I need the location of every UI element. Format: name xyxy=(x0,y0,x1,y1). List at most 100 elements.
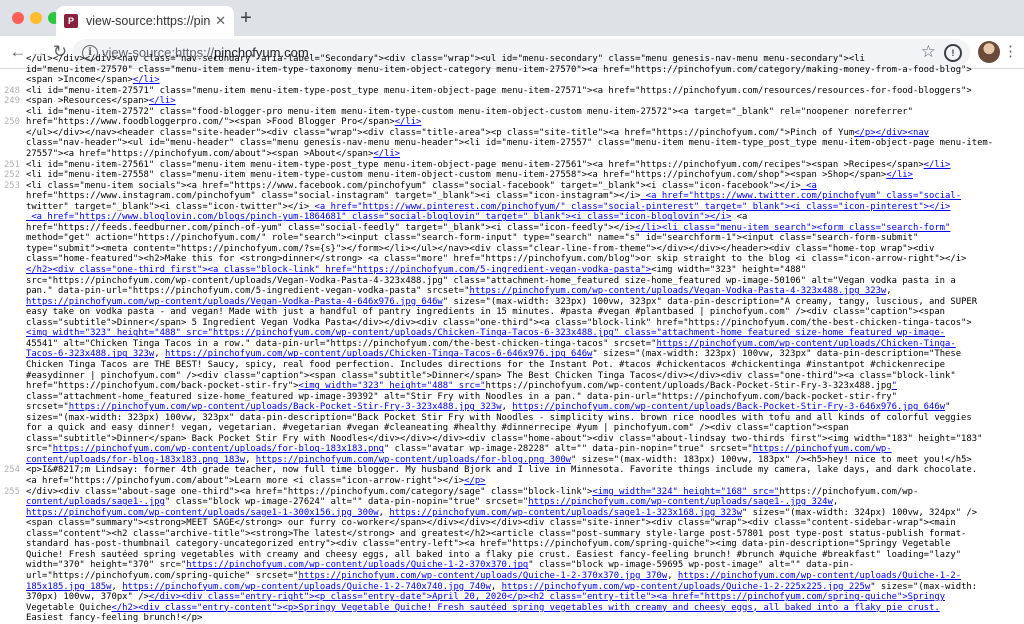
source-line: href="https://www.instagram.com/pinchofy… xyxy=(26,191,962,202)
source-line: <a href="https://pinchofyum.com/about">L… xyxy=(26,476,486,486)
source-link[interactable]: <img width="323" height="488" src=" xyxy=(299,381,486,391)
source-line: <span class="summary"><strong>MEET SAGE<… xyxy=(26,518,956,529)
source-line: class="nav-header"><ul id="menu-header" … xyxy=(26,138,994,149)
source-link[interactable]: https://pinchofyum.com/wp- xyxy=(753,444,892,454)
source-line: https://pinchofyum.com/wp-content/upload… xyxy=(26,507,978,518)
close-window-button[interactable] xyxy=(12,12,24,24)
source-line: </div><div class="about-sage one-third">… xyxy=(26,486,919,497)
source-link[interactable]: </p></div><nav xyxy=(854,128,929,138)
tab-title: view-source:https://pinchofyum xyxy=(86,14,211,28)
source-line: content/uploads/for-blog-183x183.png 183… xyxy=(26,454,972,465)
source-link[interactable]: </li> xyxy=(395,117,422,127)
source-line: </ul></div></div><nav class="nav-seconda… xyxy=(26,54,865,64)
line-number: 251 xyxy=(3,159,20,170)
source-line: <a href="https://www.bloglovin.com/blogs… xyxy=(26,212,748,223)
new-tab-button[interactable]: + xyxy=(234,7,258,30)
source-line: </ul></div></nav><header class="site-hea… xyxy=(26,127,930,138)
source-link[interactable]: content/uploads/sage1-.jpg xyxy=(26,497,165,507)
source-link[interactable]: " xyxy=(892,381,897,391)
source-link[interactable]: </li> xyxy=(373,149,400,159)
source-line: <li id="menu-item-27572" class="food-blo… xyxy=(26,106,913,117)
source-line: href="https://pinchofyum.com/back-pocket… xyxy=(26,381,897,392)
source-line: #easydinner | pinchofyum.com" /><div cla… xyxy=(26,370,956,381)
source-link[interactable]: https://pinchofyum.com/wp-content/upload… xyxy=(470,286,887,296)
source-link[interactable]: https://pinchofyum.com/wp-content/upload… xyxy=(528,497,833,507)
source-line: </h2><div class="one-third first"><a cla… xyxy=(26,265,807,275)
source-link[interactable]: https://pinchofyum.com/wp-content/upload… xyxy=(678,571,961,581)
source-line: src="https://pinchofyum.com/wp-content/u… xyxy=(26,275,956,286)
browser-tab[interactable]: P view-source:https://pinchofyum ✕ xyxy=(56,6,234,36)
source-line: 370px) 100vw, 370px" /></div><div class=… xyxy=(26,592,946,603)
source-line: class="content"><h2 class="archive-title… xyxy=(26,528,967,539)
source-line: method="get" action="https://pinchofyum.… xyxy=(26,233,919,244)
source-line: content/uploads/sage1-.jpg" class="block… xyxy=(26,497,839,508)
source-link[interactable]: <a href="https://www.twitter.com/pinchof… xyxy=(640,191,961,201)
source-line: <img width="323" height="488" src="https… xyxy=(26,328,945,339)
source-line: https://pinchofyum.com/wp-content/upload… xyxy=(26,296,978,307)
source-link[interactable]: </li> xyxy=(149,96,176,106)
line-number: 255 xyxy=(3,486,20,497)
source-line: twitter" target="_blank"><i class="icon-… xyxy=(26,201,951,212)
source-link[interactable]: <img width="323" height="488" src="https… xyxy=(26,328,945,338)
source-link[interactable]: https://pinchofyum.com/wp-content/upload… xyxy=(512,402,945,412)
source-line: <p>I&#8217;m Lindsay: former 4th grade t… xyxy=(26,465,978,476)
source-link[interactable]: 185x185.jpg 185w xyxy=(26,582,112,592)
source-link[interactable]: https://pinchofyum.com/wp-content/upload… xyxy=(389,508,742,518)
source-line: class="attachment-home_featured size-hom… xyxy=(26,391,897,402)
source-line: pan." data-pin-url="https://pinchofyum.c… xyxy=(26,286,892,297)
source-link[interactable]: Tacos-6-323x488.jpg 323w xyxy=(26,349,154,359)
source-link[interactable]: https://pinchofyum.com/wp-content/upload… xyxy=(53,444,384,454)
source-link[interactable]: <a href="https://www.bloglovin.com/blogs… xyxy=(26,212,731,222)
source-link[interactable]: https://pinchofyum.com/wp-content/upload… xyxy=(122,582,491,592)
source-link[interactable]: https://pinchofyum.com/wp-content/upload… xyxy=(657,339,956,349)
source-link[interactable]: <img width="324" height="168" src=" xyxy=(592,487,779,497)
source-line: 27557"><a href="https://pinchofyum.com/a… xyxy=(26,148,401,159)
source-line: 185x185.jpg 185w, https://pinchofyum.com… xyxy=(26,581,978,592)
source-link[interactable]: https://pinchofyum.com/wp-content/upload… xyxy=(299,571,668,581)
minimize-window-button[interactable] xyxy=(30,12,42,24)
source-line: class="home-featured"><h2>Make this for … xyxy=(26,254,967,265)
line-number: 253 xyxy=(3,180,20,191)
source-line: <li class="menu-item socials"><a href="h… xyxy=(26,180,817,191)
tab-close-icon[interactable]: ✕ xyxy=(215,13,226,29)
line-number: 248 xyxy=(3,85,20,96)
tab-strip: P view-source:https://pinchofyum ✕ + xyxy=(0,0,1024,36)
pinchofyum-favicon-icon: P xyxy=(64,14,78,28)
source-link[interactable]: https://pinchofyum.com/wp-content/upload… xyxy=(256,455,571,465)
source-link[interactable]: </li> xyxy=(133,75,160,85)
source-link[interactable]: </h2><div class="entry-content"><p>Sprin… xyxy=(112,603,940,613)
line-number: 250 xyxy=(3,117,20,128)
source-link[interactable]: </li><li class="menu-item search"><form … xyxy=(635,223,950,233)
source-link[interactable]: <a href="https://www.pinterest.com/pinch… xyxy=(309,202,951,212)
source-line: href="https://www.foodbloggerpro.com/"><… xyxy=(26,117,422,128)
source-line: url="https://pinchofyum.com/spring-quich… xyxy=(26,570,962,581)
source-link[interactable]: content/uploads/for-blog-183x183.png 183… xyxy=(26,455,245,465)
source-link[interactable]: <a xyxy=(801,181,817,191)
source-link[interactable]: </h2><div class="one-third first"><a cla… xyxy=(26,265,651,275)
source-line: href="https://feeds.feedburner.com/pinch… xyxy=(26,222,951,233)
line-number: 254 xyxy=(3,465,20,476)
source-link[interactable]: </p> xyxy=(464,476,485,486)
source-link[interactable]: https://pinchofyum.com/wp-content/upload… xyxy=(26,508,379,518)
source-link[interactable]: https://pinchofyum.com/wp-content/upload… xyxy=(165,349,592,359)
source-line: standard has-post-thumbnail category-unc… xyxy=(26,539,951,550)
source-link[interactable]: </li> xyxy=(886,170,913,180)
source-line: type="submit"><meta content="https://pin… xyxy=(26,243,935,254)
source-line: <span >Resources</span></li> xyxy=(26,96,176,107)
source-line: sizes="(max-width: 323px) 100vw, 323px" … xyxy=(26,412,972,423)
source-line: id="menu-item-27570" class="menu-item me… xyxy=(26,64,972,75)
source-link[interactable]: https://pinchofyum.com/wp-content/upload… xyxy=(26,297,443,307)
source-line: Easiest fancy-feeling brunch!</p> xyxy=(26,613,203,624)
source-link[interactable]: </div><div class="entry-right"><p class=… xyxy=(149,592,945,602)
source-line: Chicken Tinga Tacos are THE BEST! Saucy,… xyxy=(26,359,946,370)
source-link[interactable]: https://pinchofyum.com/wp-content/upload… xyxy=(502,582,871,592)
source-line: for a quick and easy dinner! vegan, vege… xyxy=(26,423,849,434)
source-code-view: </ul></div></div><nav class="nav-seconda… xyxy=(0,52,1024,624)
source-link[interactable]: </li> xyxy=(924,160,951,170)
source-link[interactable]: https://pinchofyum.com/wp-content/upload… xyxy=(69,402,502,412)
source-link[interactable]: https://pinchofyum.com/wp-content/upload… xyxy=(186,560,528,570)
source-line: srcset="https://pinchofyum.com/wp-conten… xyxy=(26,402,951,413)
source-line: 45541" alt="Chicken Tinga Tacos in a row… xyxy=(26,338,956,349)
line-number: 252 xyxy=(3,170,20,181)
source-line: easy take on vodka pasta - and vegan! Ma… xyxy=(26,307,946,318)
